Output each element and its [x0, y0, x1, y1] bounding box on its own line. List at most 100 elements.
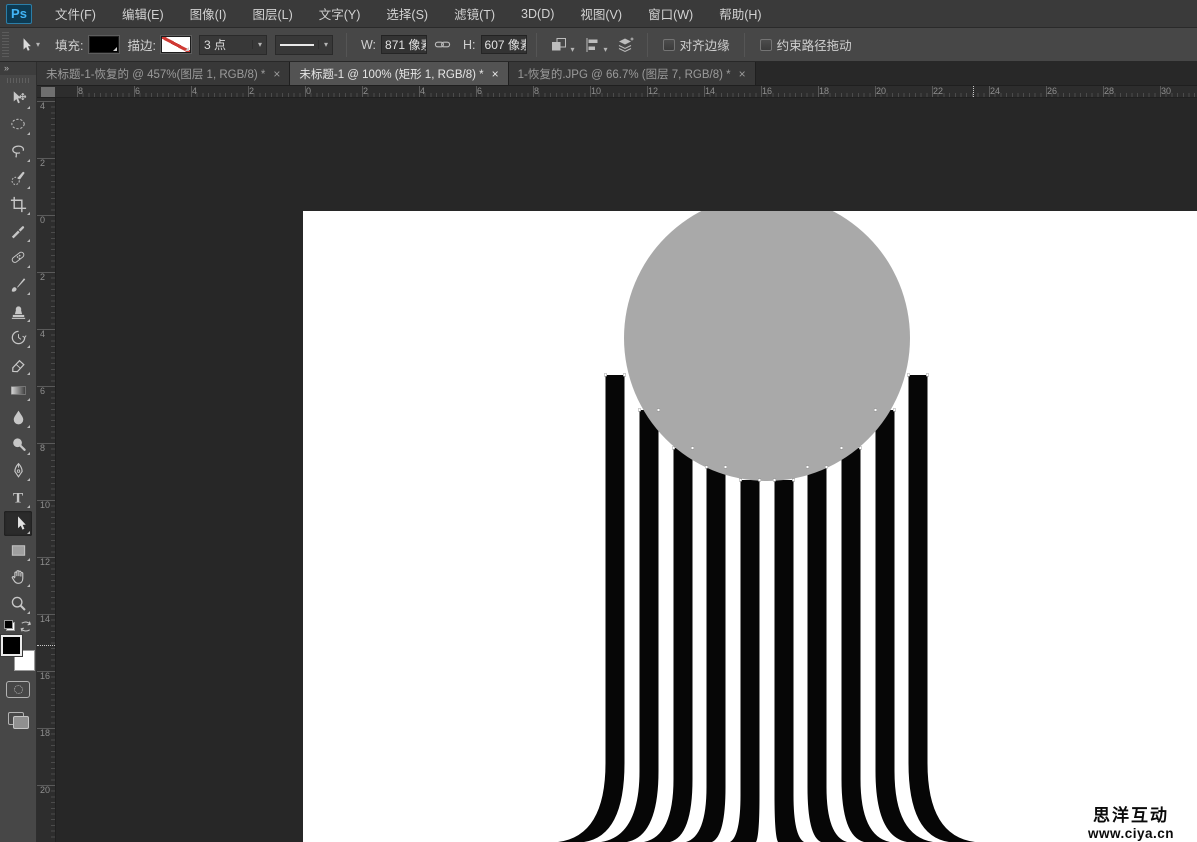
vertical-ruler[interactable]: 4202468101214161820 [37, 98, 56, 842]
stroke-type-select[interactable]: ▾ [275, 35, 333, 55]
v-ruler-number: 8 [40, 444, 50, 453]
path-anchor-point[interactable] [773, 479, 776, 482]
path-anchor-point[interactable] [874, 409, 877, 412]
path-anchor-point[interactable] [623, 374, 626, 377]
path-anchor-point[interactable] [739, 479, 742, 482]
stroke-width-select[interactable]: 3 点 ▾ [199, 35, 267, 55]
shape-height-field[interactable]: 607 像素 [481, 35, 527, 54]
path-anchor-point[interactable] [840, 447, 843, 450]
path-anchor-point[interactable] [604, 374, 607, 377]
artwork-svg [303, 211, 1197, 842]
pasteboard[interactable]: 思洋互动 www.ciya.cn [56, 98, 1197, 842]
menu-item-6[interactable]: 滤镜(T) [441, 0, 508, 27]
tool-brush[interactable] [4, 272, 32, 297]
path-anchor-point[interactable] [806, 466, 809, 469]
path-anchor-point[interactable] [705, 466, 708, 469]
tool-gradient[interactable] [4, 378, 32, 403]
constrain-path-drag-checkbox[interactable] [760, 39, 772, 51]
main-area: » T 未标题-1-恢复的 @ 457%(图层 1, RGB/8) *×未标题-… [0, 62, 1197, 842]
menu-item-10[interactable]: 帮助(H) [706, 0, 774, 27]
tab-close-icon[interactable]: × [273, 69, 280, 79]
foreground-color-swatch[interactable] [1, 635, 22, 656]
path-anchor-point[interactable] [825, 466, 828, 469]
shape-width-field[interactable]: 871 像素 [381, 35, 427, 54]
path-anchor-point[interactable] [657, 409, 660, 412]
tool-crop[interactable] [4, 192, 32, 217]
swap-colors-icon[interactable] [18, 619, 33, 634]
v-ruler-number: 10 [40, 501, 50, 510]
stroke-color-swatch[interactable] [161, 36, 191, 53]
path-anchor-point[interactable] [893, 409, 896, 412]
stripe-shape-4 [730, 480, 760, 842]
menu-item-3[interactable]: 图层(L) [239, 0, 305, 27]
tool-eraser[interactable] [4, 352, 32, 377]
path-anchor-point[interactable] [792, 479, 795, 482]
current-tool-preset[interactable]: ▾ [15, 36, 40, 54]
menu-item-4[interactable]: 文字(Y) [306, 0, 374, 27]
tool-spot-healing-brush[interactable] [4, 245, 32, 270]
path-anchor-point[interactable] [758, 479, 761, 482]
tool-elliptical-marquee[interactable] [4, 112, 32, 137]
align-edges-checkbox[interactable] [663, 39, 675, 51]
path-anchor-point[interactable] [859, 447, 862, 450]
tool-history-brush[interactable] [4, 325, 32, 350]
tool-dodge[interactable] [4, 432, 32, 457]
menu-item-8[interactable]: 视图(V) [567, 0, 635, 27]
chevron-down-icon: ▾ [318, 40, 328, 49]
document-tab-2[interactable]: 1-恢复的.JPG @ 66.7% (图层 7, RGB/8) *× [509, 62, 756, 85]
path-anchor-point[interactable] [926, 374, 929, 377]
divider [536, 33, 537, 57]
lasso-icon [9, 142, 28, 161]
path-anchor-point[interactable] [724, 466, 727, 469]
stripe-shape-9 [909, 375, 976, 842]
document-tab-1[interactable]: 未标题-1 @ 100% (矩形 1, RGB/8) *× [290, 62, 508, 85]
tool-clone-stamp[interactable] [4, 299, 32, 324]
shape-height-value: 607 像素 [485, 36, 527, 53]
menu-item-5[interactable]: 选择(S) [373, 0, 441, 27]
tool-zoom[interactable] [4, 591, 32, 616]
tool-rectangle[interactable] [4, 538, 32, 563]
h-ruler-number: 0 [306, 86, 311, 96]
menu-item-2[interactable]: 图像(I) [177, 0, 240, 27]
quick-mask-button[interactable] [6, 681, 30, 698]
path-anchor-point[interactable] [907, 374, 910, 377]
collapse-toolbar-button[interactable]: » [0, 62, 36, 75]
tool-lasso[interactable] [4, 139, 32, 164]
toolbar-grip[interactable] [7, 78, 29, 83]
horizontal-ruler[interactable]: 8642024681012141618202224262830 [56, 86, 1197, 97]
path-arrangement-button[interactable] [616, 36, 634, 54]
menu-item-1[interactable]: 编辑(E) [109, 0, 177, 27]
menu-item-0[interactable]: 文件(F) [42, 0, 109, 27]
options-bar-grip[interactable] [2, 32, 9, 58]
menu-item-9[interactable]: 窗口(W) [635, 0, 706, 27]
path-anchor-point[interactable] [638, 409, 641, 412]
tool-move[interactable] [4, 86, 32, 111]
fill-label: 填充: [55, 35, 83, 54]
canvas[interactable]: 思洋互动 www.ciya.cn [303, 211, 1197, 842]
screen-mode-button[interactable] [6, 710, 30, 730]
path-anchor-point[interactable] [691, 447, 694, 450]
link-dimensions-button[interactable] [434, 36, 451, 53]
tool-hand[interactable] [4, 564, 32, 589]
tool-eyedropper[interactable] [4, 219, 32, 244]
ruler-origin-corner[interactable] [37, 86, 56, 97]
path-operations-button[interactable]: ▾ [550, 36, 575, 54]
watermark: 思洋互动 www.ciya.cn [1078, 801, 1184, 841]
default-colors-icon[interactable] [4, 620, 15, 631]
tool-quick-selection[interactable] [4, 166, 32, 191]
fill-color-swatch[interactable] [89, 36, 119, 53]
menu-item-7[interactable]: 3D(D) [508, 0, 567, 27]
photoshop-logo[interactable]: Ps [6, 4, 32, 24]
tool-blur[interactable] [4, 405, 32, 430]
tool-pen[interactable] [4, 458, 32, 483]
tool-path-selection[interactable] [4, 511, 32, 536]
tool-palette: » T [0, 62, 37, 842]
tool-type[interactable]: T [4, 485, 32, 510]
eyedropper-icon [9, 222, 28, 241]
path-anchor-point[interactable] [672, 447, 675, 450]
tab-close-icon[interactable]: × [739, 69, 746, 79]
h-ruler-number: 4 [420, 86, 425, 96]
path-alignment-button[interactable]: ▾ [583, 36, 608, 54]
document-tab-0[interactable]: 未标题-1-恢复的 @ 457%(图层 1, RGB/8) *× [37, 62, 290, 85]
tab-close-icon[interactable]: × [492, 69, 499, 79]
